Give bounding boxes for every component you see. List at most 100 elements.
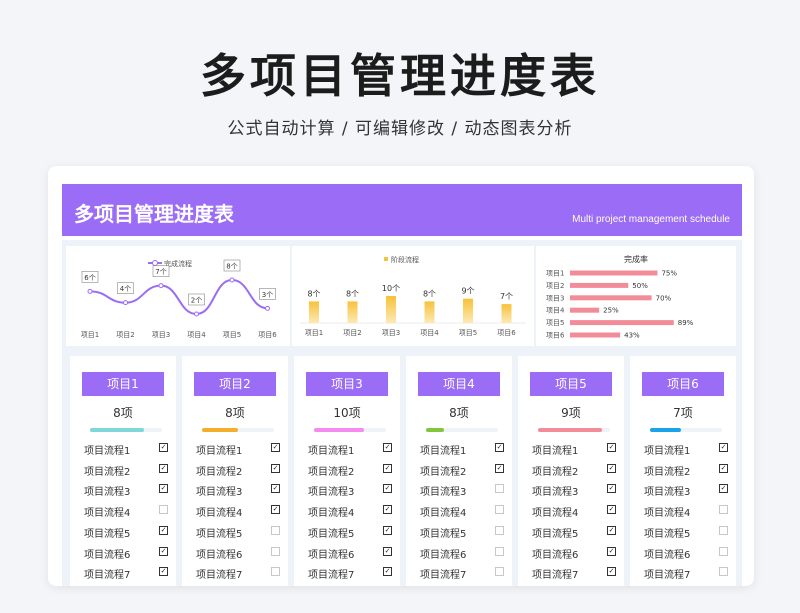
bar xyxy=(463,298,473,323)
step-checkbox[interactable]: ✓ xyxy=(271,484,280,494)
step-checkbox[interactable] xyxy=(495,505,504,515)
step-checkbox[interactable]: ✓ xyxy=(719,443,728,452)
x-tick-label: 项目3 xyxy=(152,331,170,339)
chart-title: 完成率 xyxy=(624,254,648,264)
line-point xyxy=(265,305,270,311)
data-label: 3个 xyxy=(262,291,273,299)
step-checkbox[interactable]: ✓ xyxy=(495,443,504,452)
bar xyxy=(347,301,358,323)
step-checkbox[interactable] xyxy=(719,525,728,535)
step-label: 项目流程1 xyxy=(532,446,579,457)
bar xyxy=(570,332,621,338)
step-row: 项目流程2 ✓ xyxy=(84,463,168,478)
data-label: 8个 xyxy=(226,263,237,271)
step-label: 项目流程2 xyxy=(644,466,691,478)
step-row: 项目流程2 ✓ xyxy=(532,463,616,478)
step-checkbox[interactable]: ✓ xyxy=(383,567,392,577)
dashboard: 完成流程 6个 项目1 4个 项目2 7个 项目3 2个 项目4 8个 项目5 3个 项目6 阶段流程 8… xyxy=(62,240,742,586)
step-checkbox[interactable]: ✓ xyxy=(159,463,168,473)
step-checkbox[interactable] xyxy=(495,525,504,535)
step-row: 项目流程5 ✓ xyxy=(532,525,616,540)
step-checkbox[interactable]: ✓ xyxy=(607,443,616,452)
step-checkbox[interactable] xyxy=(495,484,504,494)
step-label: 项目流程5 xyxy=(196,528,243,540)
step-checkbox[interactable]: ✓ xyxy=(159,484,168,494)
bar xyxy=(570,307,600,313)
step-label: 项目流程5 xyxy=(420,528,467,540)
step-row: 项目流程1 ✓ xyxy=(420,442,504,457)
step-checkbox[interactable]: ✓ xyxy=(607,505,616,515)
step-checkbox[interactable]: ✓ xyxy=(719,484,728,494)
step-label: 项目流程6 xyxy=(196,549,243,561)
step-label: 项目流程6 xyxy=(532,549,579,561)
step-checkbox[interactable]: ✓ xyxy=(383,546,392,556)
y-tick-label: 项目5 xyxy=(546,319,564,327)
project-count: 8项 xyxy=(449,406,469,420)
step-checkbox[interactable]: ✓ xyxy=(495,463,504,473)
step-checkbox[interactable]: ✓ xyxy=(271,463,280,473)
step-label: 项目流程2 xyxy=(308,466,355,478)
y-tick-label: 项目3 xyxy=(546,294,564,302)
step-row: 项目流程3 ✓ xyxy=(308,483,392,499)
step-checkbox[interactable] xyxy=(719,546,728,556)
step-label: 项目流程4 xyxy=(196,508,243,520)
data-label: 4个 xyxy=(120,285,131,293)
step-checkbox[interactable]: ✓ xyxy=(607,525,616,535)
line-point xyxy=(194,311,199,317)
step-row: 项目流程2 ✓ xyxy=(308,463,392,478)
step-checkbox[interactable]: ✓ xyxy=(383,443,392,452)
step-checkbox[interactable]: ✓ xyxy=(607,567,616,577)
step-label: 项目流程2 xyxy=(84,466,131,478)
step-checkbox[interactable]: ✓ xyxy=(159,443,168,452)
data-label: 6个 xyxy=(84,274,95,282)
x-tick-label: 项目6 xyxy=(497,329,516,337)
step-label: 项目流程4 xyxy=(84,508,131,520)
step-checkbox[interactable] xyxy=(495,567,504,577)
step-checkbox[interactable]: ✓ xyxy=(159,567,168,577)
step-checkbox[interactable]: ✓ xyxy=(383,505,392,515)
progress-fill xyxy=(314,428,365,432)
step-label: 项目流程3 xyxy=(308,487,355,499)
step-checkbox[interactable] xyxy=(495,546,504,556)
x-tick-label: 项目3 xyxy=(382,329,400,337)
step-checkbox[interactable]: ✓ xyxy=(383,525,392,535)
project-name: 项目3 xyxy=(306,372,388,396)
step-label: 项目流程3 xyxy=(532,487,579,499)
step-label: 项目流程1 xyxy=(84,446,131,457)
step-checkbox[interactable]: ✓ xyxy=(271,505,280,515)
step-checkbox[interactable]: ✓ xyxy=(607,546,616,556)
step-checkbox[interactable] xyxy=(719,567,728,577)
step-row: 项目流程5 ✓ xyxy=(84,525,168,540)
step-row: 项目流程6 ✓ xyxy=(308,546,392,561)
step-checkbox[interactable] xyxy=(719,505,728,515)
x-tick-label: 项目6 xyxy=(258,331,277,339)
y-tick-label: 项目6 xyxy=(546,332,565,340)
y-tick-label: 项目1 xyxy=(546,270,564,278)
step-checkbox[interactable]: ✓ xyxy=(271,443,280,452)
step-row: 项目流程3 ✓ xyxy=(644,483,728,498)
x-tick-label: 项目1 xyxy=(305,329,323,337)
step-checkbox[interactable] xyxy=(271,567,280,577)
step-checkbox[interactable]: ✓ xyxy=(383,484,392,494)
bar xyxy=(386,296,396,323)
project-card: 项目2 8项 项目流程1 ✓ 项目流程2 ✓ 项目流程3 ✓ 项目流程4 ✓ 项目流程5 项目流程6 项… xyxy=(182,356,288,586)
step-checkbox[interactable] xyxy=(159,505,168,515)
step-label: 项目流程7 xyxy=(84,570,131,582)
data-label: 25% xyxy=(603,307,619,315)
step-checkbox[interactable] xyxy=(271,546,280,556)
step-checkbox[interactable]: ✓ xyxy=(719,463,728,473)
step-row: 项目流程1 ✓ xyxy=(84,442,168,457)
step-label: 项目流程1 xyxy=(308,446,355,457)
progress-bar xyxy=(538,428,610,432)
step-checkbox[interactable]: ✓ xyxy=(159,546,168,556)
step-row: 项目流程3 xyxy=(420,483,504,498)
step-checkbox[interactable]: ✓ xyxy=(607,463,616,473)
step-checkbox[interactable]: ✓ xyxy=(159,525,168,535)
step-checkbox[interactable]: ✓ xyxy=(607,484,616,494)
progress-bar xyxy=(90,428,162,432)
data-label: 7个 xyxy=(155,268,166,276)
step-checkbox[interactable] xyxy=(271,525,280,535)
project-count: 8项 xyxy=(113,406,133,420)
project-card: 项目1 8项 项目流程1 ✓ 项目流程2 ✓ 项目流程3 ✓ 项目流程4 项目流程5 ✓ 项目流程6 ✓… xyxy=(70,356,176,586)
step-checkbox[interactable]: ✓ xyxy=(383,463,392,473)
